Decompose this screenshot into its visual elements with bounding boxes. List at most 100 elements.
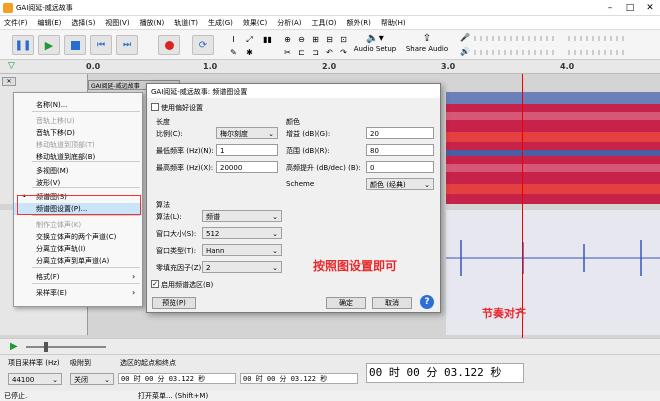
context-menu-item[interactable]: 分离立体声到单声道(A) <box>14 255 142 267</box>
project-rate-label: 项目采样率 (Hz) <box>8 359 60 367</box>
zoom-toggle-icon[interactable]: ⊡ <box>338 34 349 45</box>
undo-icon[interactable]: ↶ <box>324 47 335 58</box>
menu-item[interactable]: 选择(S) <box>71 18 95 28</box>
maximize-icon[interactable]: □ <box>620 0 640 16</box>
audio-setup-button[interactable]: 🔈▾ Audio Setup <box>352 33 398 57</box>
menu-separator <box>32 215 140 216</box>
audio-position-time[interactable]: 00 时 00 分 03.122 秒 <box>366 363 524 383</box>
audio-level-icon[interactable]: ▮▮ <box>262 34 273 45</box>
select-tool-icon[interactable]: I <box>228 34 239 45</box>
context-menu-item[interactable]: 分离立体声轨(I) <box>14 243 142 255</box>
fit-project-icon[interactable]: ⊟ <box>324 34 335 45</box>
scale-select[interactable]: 梅尔刻度 ⌄ <box>216 127 278 139</box>
playhead-cursor[interactable] <box>522 74 523 338</box>
zoom-in-icon[interactable]: ⊕ <box>282 34 293 45</box>
spectral-sel-checkbox[interactable]: ✓ <box>151 280 159 288</box>
project-rate-select[interactable]: 44100 ⌄ <box>8 373 62 385</box>
menu-item[interactable]: 分析(A) <box>277 18 301 28</box>
window-type-select[interactable]: Hann ⌄ <box>202 244 282 256</box>
context-menu-item[interactable]: 音轨下移(D) <box>14 127 142 139</box>
ruler-tick: 0.0 <box>86 62 101 71</box>
timeline-ruler[interactable]: ▽ 0.0 1.0 2.0 3.0 4.0 <box>0 60 660 74</box>
selection-end-time[interactable]: 00 时 00 分 03.122 秒 <box>240 373 358 384</box>
min-freq-label: 最低频率 (Hz)(N): <box>156 147 214 155</box>
context-menu-item[interactable]: 音轨上移(U) <box>14 115 142 127</box>
zoom-out-icon[interactable]: ⊖ <box>296 34 307 45</box>
record-volume-slider[interactable] <box>568 36 628 41</box>
speed-slider-thumb[interactable] <box>44 342 48 352</box>
use-prefs-checkbox[interactable] <box>151 103 159 111</box>
context-menu-item[interactable]: 交换立体声的两个声道(C) <box>14 231 142 243</box>
fit-selection-icon[interactable]: ⊞ <box>310 34 321 45</box>
preview-button[interactable]: 预览(P) <box>152 297 196 309</box>
context-menu-item[interactable]: 移动轨道到顶部(T) <box>14 139 142 151</box>
zero-pad-select[interactable]: 2 ⌄ <box>202 261 282 273</box>
context-menu-item[interactable]: 制作立体声(K) <box>14 219 142 231</box>
menu-item[interactable]: 帮助(H) <box>381 18 406 28</box>
share-audio-button[interactable]: ⇪ Share Audio <box>404 33 450 57</box>
silence-icon[interactable]: ⊐ <box>310 47 321 58</box>
window-size-select[interactable]: 512 ⌄ <box>202 227 282 239</box>
close-icon[interactable]: ✕ <box>640 0 660 16</box>
redo-icon[interactable]: ↷ <box>338 47 349 58</box>
spectral-sel-label: 启用频谱选区(B) <box>161 281 214 289</box>
track-close-icon[interactable]: ✕ <box>2 77 16 86</box>
draw-tool-icon[interactable]: ✎ <box>228 47 239 58</box>
scheme-select[interactable]: 颜色 (经典) ⌄ <box>366 178 434 190</box>
context-menu-item[interactable]: 移动轨道到底部(B) <box>14 151 142 163</box>
menu-item[interactable]: 轨道(T) <box>174 18 198 28</box>
loop-button[interactable]: ⟳ <box>192 35 214 55</box>
trim-icon[interactable]: ⊏ <box>296 47 307 58</box>
gain-input[interactable]: 20 <box>366 127 434 139</box>
menu-item[interactable]: 额外(R) <box>347 18 371 28</box>
colors-group-label: 颜色 <box>286 118 300 126</box>
context-menu-item[interactable]: 多视图(M) <box>14 165 142 177</box>
envelope-tool-icon[interactable]: ⤢ <box>244 34 255 45</box>
freq-gain-input[interactable]: 0 <box>366 161 434 173</box>
max-freq-input[interactable]: 20000 <box>216 161 278 173</box>
skip-start-button[interactable]: ⏮ <box>90 35 112 55</box>
zero-pad-label: 零填充因子(Z): <box>156 264 204 272</box>
timeline-options-icon[interactable]: ▽ <box>8 61 15 71</box>
context-menu-item[interactable]: 格式(F) <box>14 271 142 283</box>
min-freq-input[interactable]: 1 <box>216 144 278 156</box>
speed-slider[interactable] <box>26 346 106 348</box>
spectrogram-view[interactable] <box>446 92 660 204</box>
rate-value: 44100 <box>12 376 35 384</box>
menu-item[interactable]: 工具(O) <box>312 18 337 28</box>
menu-item[interactable]: 视图(V) <box>105 18 129 28</box>
scale-value: 梅尔刻度 <box>220 130 248 138</box>
stop-button[interactable] <box>64 35 86 55</box>
submenu-arrow-icon: › <box>132 272 136 281</box>
play-button[interactable]: ▶ <box>38 35 60 55</box>
menu-item[interactable]: 文件(F) <box>4 18 28 28</box>
record-meter[interactable] <box>474 36 554 41</box>
range-label: 范围 (dB)(R): <box>286 147 330 155</box>
algo-select[interactable]: 频谱 ⌄ <box>202 210 282 222</box>
ok-button[interactable]: 确定 <box>326 297 366 309</box>
selection-start-time[interactable]: 00 时 00 分 03.122 秒 <box>118 373 236 384</box>
waveform-view[interactable] <box>446 210 660 335</box>
cut-icon[interactable]: ✂ <box>282 47 293 58</box>
play-at-speed-icon[interactable]: ▶ <box>10 341 18 352</box>
help-icon[interactable]: ? <box>420 295 434 309</box>
snap-select[interactable]: 关闭 ⌄ <box>70 373 114 385</box>
record-button[interactable] <box>158 35 180 55</box>
context-menu-item[interactable]: 波形(V) <box>14 177 142 189</box>
stop-icon <box>70 40 80 50</box>
context-menu-item[interactable]: 名称(N)... <box>14 99 142 111</box>
range-input[interactable]: 80 <box>366 144 434 156</box>
menu-item[interactable]: 生成(G) <box>208 18 233 28</box>
menu-item[interactable]: 编辑(E) <box>38 18 62 28</box>
mic-icon: 🎤 <box>460 33 470 42</box>
playback-meter[interactable] <box>474 50 554 55</box>
menu-item[interactable]: 播放(N) <box>140 18 165 28</box>
menu-item[interactable]: 效果(C) <box>243 18 267 28</box>
context-menu-item[interactable]: 采样率(E) <box>14 287 142 299</box>
multi-tool-icon[interactable]: ✱ <box>244 47 255 58</box>
playback-volume-slider[interactable] <box>568 50 628 55</box>
cancel-button[interactable]: 取消 <box>372 297 412 309</box>
pause-button[interactable]: ❚❚ <box>12 35 34 55</box>
minimize-icon[interactable]: – <box>600 0 620 16</box>
skip-end-button[interactable]: ⏭ <box>116 35 138 55</box>
